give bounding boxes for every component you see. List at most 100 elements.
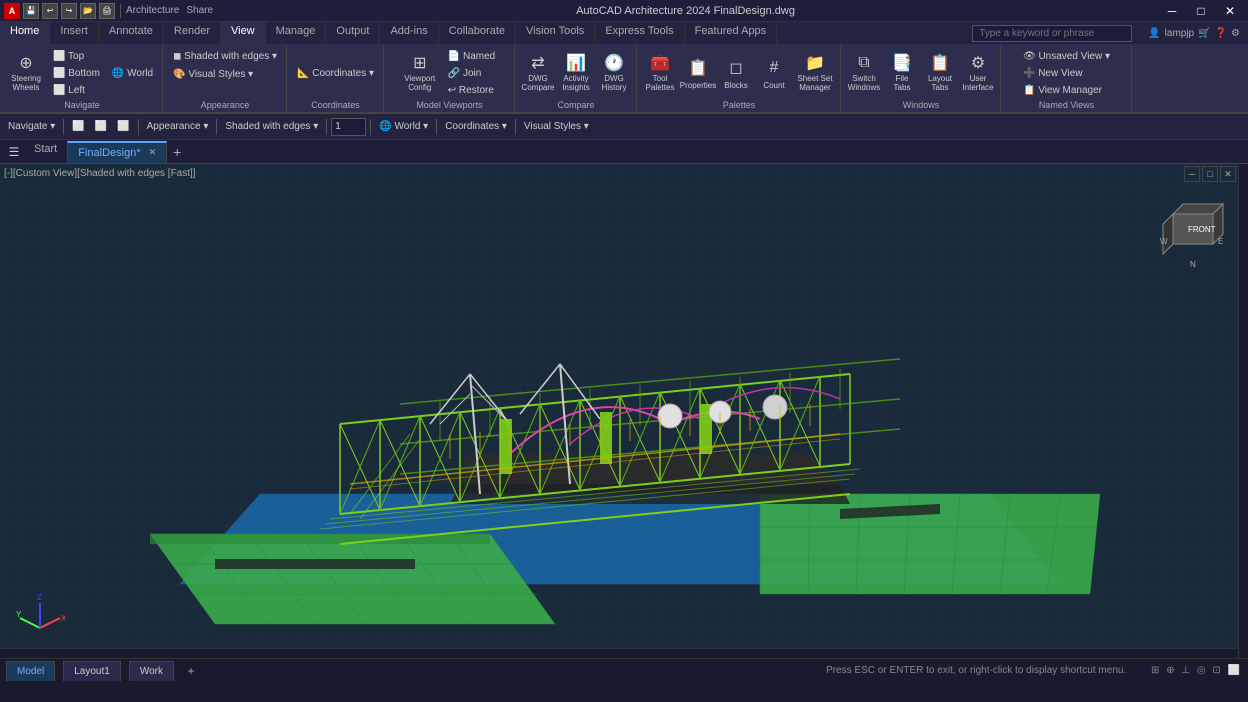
btn-tool-palettes[interactable]: 🧰 ToolPalettes [642, 50, 678, 96]
add-tab-btn[interactable]: + [167, 142, 187, 162]
tab-manage[interactable]: Manage [266, 22, 327, 44]
close-btn[interactable]: ✕ [1216, 0, 1244, 22]
qat-open[interactable]: 📂 [80, 3, 96, 19]
tab-view[interactable]: View [221, 22, 266, 44]
btn-viewport-config[interactable]: ⊞ ViewportConfig [399, 50, 441, 96]
tab-final-design[interactable]: FinalDesign* ✕ [67, 141, 167, 163]
settings-icon[interactable]: ⚙ [1231, 28, 1240, 39]
svg-text:E: E [1218, 237, 1223, 246]
tb-view-left[interactable]: ⬜ [113, 117, 133, 137]
window-controls: ─ □ ✕ [1158, 0, 1244, 22]
grid-icon[interactable]: ⊞ [1151, 665, 1159, 676]
tab-home[interactable]: Home [0, 22, 50, 44]
viewcube[interactable]: FRONT N W E [1158, 189, 1233, 274]
workspace-dropdown[interactable]: Architecture [126, 5, 179, 16]
btn-count[interactable]: # Count [756, 50, 792, 96]
app-icon: A [4, 3, 20, 19]
tab-menu-btn[interactable]: ☰ [4, 142, 24, 162]
vp-minimize-btn[interactable]: ─ [1184, 166, 1200, 182]
qat-print[interactable]: 🖨 [99, 3, 115, 19]
btn-sheet-set[interactable]: 📁 Sheet SetManager [794, 50, 836, 96]
tb-zoom-input[interactable] [331, 118, 366, 136]
tab-express-tools[interactable]: Express Tools [595, 22, 684, 44]
btn-left[interactable]: ⬜ Left [48, 82, 105, 98]
btn-coordinates[interactable]: 📐 Coordinates ▾ [292, 65, 379, 81]
model-space-icon[interactable]: ⬜ [1228, 665, 1240, 676]
tab-addins[interactable]: Add-ins [380, 22, 438, 44]
viewport-label: [-][Custom View][Shaded with edges [Fast… [4, 168, 196, 179]
tab-featured-apps[interactable]: Featured Apps [685, 22, 778, 44]
insights-icon: 📊 [564, 53, 588, 73]
snap-icon[interactable]: ⊕ [1166, 665, 1174, 676]
osnap-icon[interactable]: ⊡ [1212, 665, 1220, 676]
shopping-icon[interactable]: 🛒 [1198, 28, 1210, 39]
btn-activity-insights[interactable]: 📊 ActivityInsights [558, 50, 594, 96]
group-palettes-label: Palettes [723, 100, 756, 110]
btn-unsaved-view[interactable]: 👁 Unsaved View ▾ [1018, 48, 1115, 64]
tb-visual-styles[interactable]: Visual Styles ▾ [520, 117, 593, 137]
tab-render[interactable]: Render [164, 22, 221, 44]
tb-shaded[interactable]: Shaded with edges ▾ [221, 117, 322, 137]
properties-icon: 📋 [686, 56, 710, 80]
qat-save[interactable]: 💾 [23, 3, 39, 19]
horizontal-scrollbar[interactable] [0, 648, 1238, 658]
bridge-scene [0, 164, 1248, 658]
tab-output[interactable]: Output [326, 22, 380, 44]
btn-new-view[interactable]: ➕ New View [1018, 65, 1088, 81]
btn-visual-styles[interactable]: 🎨 Visual Styles ▾ [168, 66, 258, 82]
tb-appearance[interactable]: Appearance ▾ [143, 117, 213, 137]
tab-collaborate[interactable]: Collaborate [439, 22, 516, 44]
btn-dwg-history[interactable]: 🕐 DWGHistory [596, 50, 632, 96]
btn-restore[interactable]: ↩ Restore [443, 82, 500, 98]
btn-join[interactable]: 🔗 Join [443, 65, 500, 81]
btn-shaded-edges[interactable]: ◼ Shaded with edges ▾ [168, 48, 282, 64]
btn-named[interactable]: 📄 Named [443, 48, 500, 64]
tb-navigate[interactable]: Navigate ▾ [4, 117, 59, 137]
group-compare: ⇄ DWGCompare 📊 ActivityInsights 🕐 DWGHis… [516, 46, 637, 112]
btn-dwg-compare[interactable]: ⇄ DWGCompare [520, 50, 556, 96]
work-tab[interactable]: Work [129, 661, 174, 681]
tab-vision-tools[interactable]: Vision Tools [516, 22, 595, 44]
tab-close-btn[interactable]: ✕ [149, 147, 157, 158]
btn-properties[interactable]: 📋 Properties [680, 50, 716, 96]
help-icon[interactable]: ❓ [1215, 28, 1227, 39]
tb-world[interactable]: 🌐 World ▾ [375, 117, 432, 137]
ortho-icon[interactable]: ⊥ [1181, 665, 1190, 676]
layout1-tab[interactable]: Layout1 [63, 661, 121, 681]
btn-view-manager[interactable]: 📋 View Manager [1018, 82, 1107, 98]
model-tab[interactable]: Model [6, 661, 55, 681]
tab-start[interactable]: Start [24, 141, 67, 163]
minimize-btn[interactable]: ─ [1158, 0, 1186, 22]
vp-close-btn[interactable]: ✕ [1220, 166, 1236, 182]
btn-top[interactable]: ⬜ Top [48, 48, 105, 64]
viewport-label-text: [-][Custom View][Shaded with edges [Fast… [4, 168, 196, 179]
tb-view-top[interactable]: ⬜ [68, 117, 88, 137]
add-layout-btn[interactable]: + [182, 662, 200, 680]
qat-undo[interactable]: ↩ [42, 3, 58, 19]
restore-btn[interactable]: □ [1187, 0, 1215, 22]
btn-steering-wheels[interactable]: ⊕ SteeringWheels [6, 50, 46, 96]
share-btn[interactable]: Share [186, 5, 213, 16]
viewport: [-][Custom View][Shaded with edges [Fast… [0, 164, 1248, 658]
group-coordinates: 📐 Coordinates ▾ Coordinates [288, 46, 384, 112]
btn-layout-tabs[interactable]: 📋 LayoutTabs [922, 50, 958, 96]
search-input[interactable] [972, 25, 1132, 42]
switch-windows-icon: ⧉ [852, 53, 876, 73]
tab-annotate[interactable]: Annotate [99, 22, 164, 44]
btn-user-interface[interactable]: ⚙ UserInterface [960, 50, 996, 96]
polar-icon[interactable]: ◎ [1197, 665, 1206, 676]
compare-icon: ⇄ [526, 53, 550, 73]
tb-sep7 [515, 119, 516, 135]
btn-blocks[interactable]: ◻ Blocks [718, 50, 754, 96]
vertical-scrollbar[interactable] [1238, 164, 1248, 658]
tb-view-bottom[interactable]: ⬜ [91, 117, 111, 137]
svg-text:Y: Y [16, 610, 22, 619]
btn-file-tabs[interactable]: 📑 File Tabs [884, 50, 920, 96]
btn-world[interactable]: 🌐 World [107, 65, 158, 81]
btn-switch-windows[interactable]: ⧉ SwitchWindows [846, 50, 882, 96]
vp-restore-btn[interactable]: □ [1202, 166, 1218, 182]
tb-coordinates[interactable]: Coordinates ▾ [441, 117, 511, 137]
qat-redo[interactable]: ↪ [61, 3, 77, 19]
tab-insert[interactable]: Insert [50, 22, 99, 44]
btn-bottom[interactable]: ⬜ Bottom [48, 65, 105, 81]
